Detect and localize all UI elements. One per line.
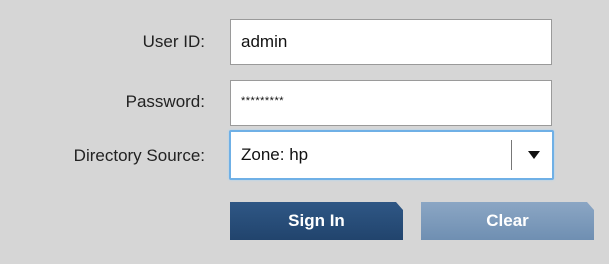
chevron-down-icon[interactable]	[528, 151, 540, 159]
password-label: Password:	[125, 92, 205, 111]
directory-source-value: Zone: hp	[241, 145, 309, 164]
directory-source-label: Directory Source:	[73, 146, 205, 165]
user-id-input[interactable]: admin	[230, 19, 552, 65]
user-id-row: User ID: admin	[0, 18, 609, 66]
select-divider	[511, 140, 512, 170]
password-row: Password: *********	[0, 78, 609, 126]
login-panel: User ID: admin Password: ********* Direc…	[0, 0, 609, 264]
user-id-label: User ID:	[142, 32, 205, 51]
sign-in-button[interactable]: Sign In	[230, 202, 403, 240]
clear-button[interactable]: Clear	[421, 202, 594, 240]
directory-source-select[interactable]: Zone: hp	[229, 130, 554, 180]
password-input[interactable]: *********	[230, 80, 552, 126]
